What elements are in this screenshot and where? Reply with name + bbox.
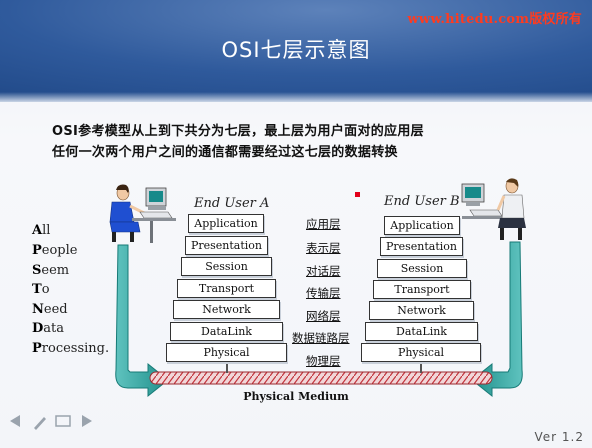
layer-transport-a: Transport [177, 279, 276, 298]
physical-medium-label: Physical Medium [243, 390, 349, 403]
slide-nav-controls [10, 415, 92, 430]
layer-network-b: Network [369, 301, 474, 320]
mnemonic-word-7: Processing. [32, 341, 110, 356]
back-arrow-icon[interactable] [10, 415, 20, 427]
cn-label-session: 对话层 [306, 264, 341, 278]
layer-physical-a: Physical [166, 343, 287, 362]
layer-transport-b: Transport [373, 280, 471, 299]
layer-network-a: Network [173, 300, 280, 319]
cn-label-datalink: 数据链路层 [292, 331, 350, 345]
version-badge: Ver 1.2 [534, 430, 584, 444]
layer-session-a: Session [181, 257, 272, 276]
layer-session-b: Session [377, 259, 467, 278]
slide: www.hitedu.com版权所有 OSI七层示意图 OSI参考模型从上到下共… [0, 0, 592, 448]
mnemonic-word-6: Data [32, 321, 65, 336]
mnemonic-word-4: To [32, 282, 50, 297]
layer-physical-b: Physical [361, 343, 481, 362]
cn-label-application: 应用层 [306, 217, 341, 231]
forward-arrow-icon[interactable] [82, 415, 92, 427]
layer-application-a: Application [188, 214, 264, 233]
layer-application-b: Application [384, 216, 460, 235]
user-b-computer-icon [461, 178, 526, 240]
cn-label-transport: 传输层 [306, 286, 341, 300]
red-marker [355, 192, 360, 197]
mnemonic-word-3: Seem [32, 263, 70, 278]
layer-datalink-b: DataLink [365, 322, 478, 341]
cn-label-physical: 物理层 [306, 354, 341, 368]
end-user-a-label: End User A [194, 196, 270, 211]
cn-label-presentation: 表示层 [306, 241, 341, 255]
menu-icon[interactable] [55, 415, 71, 427]
pen-icon[interactable] [34, 417, 46, 430]
layer-presentation-a: Presentation [185, 236, 268, 255]
diagram-graphics [10, 178, 526, 430]
mnemonic-word-1: All [32, 223, 51, 238]
mnemonic-word-2: People [32, 243, 78, 258]
end-user-b-label: End User B [384, 194, 460, 209]
mnemonic-word-5: Need [32, 302, 68, 317]
layer-datalink-a: DataLink [170, 322, 283, 341]
cn-label-network: 网络层 [306, 309, 341, 323]
user-a-computer-icon [109, 184, 176, 243]
layer-presentation-b: Presentation [380, 237, 463, 256]
